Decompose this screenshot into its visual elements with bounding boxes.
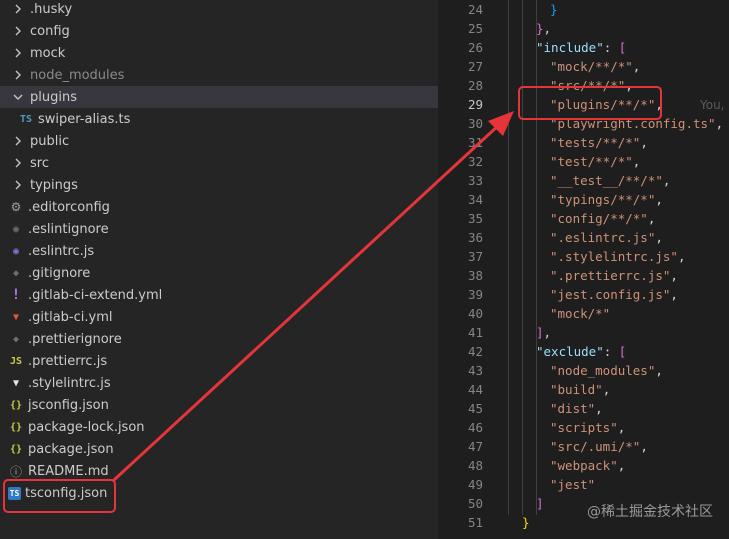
annotation-arrow (112, 111, 514, 482)
